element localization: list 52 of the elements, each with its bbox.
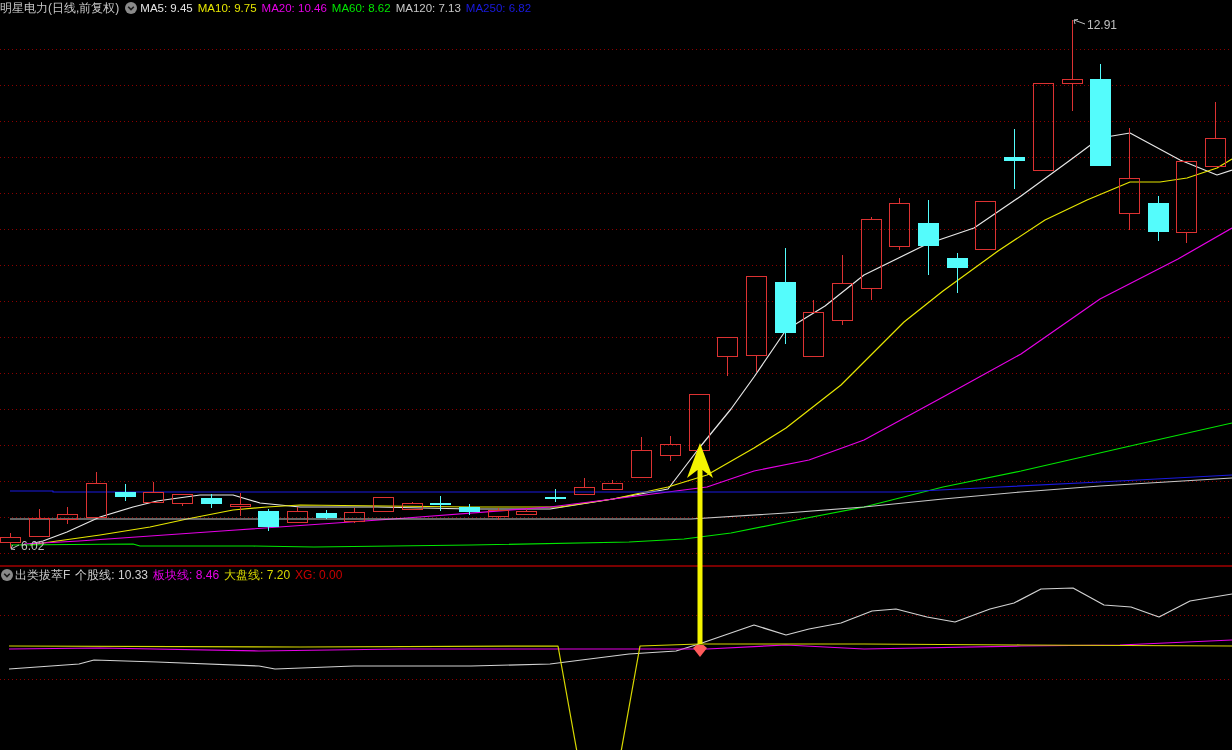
candlestick [0, 532, 21, 549]
candlestick [172, 494, 193, 507]
candlestick [201, 493, 222, 509]
candlestick [115, 483, 136, 502]
candlestick [258, 508, 279, 532]
candlestick [29, 508, 50, 537]
candlestick [832, 254, 853, 326]
candlestick [947, 252, 968, 294]
candlestick [488, 507, 509, 521]
chevron-down-icon[interactable] [1, 569, 13, 581]
candlestick [430, 495, 451, 512]
candlestick [287, 506, 308, 523]
leader-line [10, 544, 20, 550]
diamond-icon [693, 645, 707, 657]
indicator-value: MA250: 6.82 [465, 1, 532, 15]
candlestick [316, 509, 337, 520]
leader-line [1073, 19, 1086, 25]
indicator-value: MA10: 9.75 [197, 1, 257, 15]
candlestick [86, 471, 107, 518]
candlestick [230, 492, 251, 517]
candlestick [545, 488, 566, 503]
candlestick [660, 435, 681, 462]
candlestick [57, 506, 78, 525]
candlestick [602, 479, 623, 490]
indicator-value: MA5: 9.45 [140, 1, 193, 15]
indicator-value: MA120: 7.13 [395, 1, 461, 15]
candlestick [889, 197, 910, 251]
candlestick [975, 201, 996, 250]
candlestick [516, 508, 537, 516]
candlestick [717, 337, 738, 377]
price-label: 12.91 [1087, 18, 1118, 32]
indicator-value: XG: 0.00 [295, 568, 343, 582]
candlestick [689, 394, 710, 451]
candlestick [459, 503, 480, 516]
indicator-title: 出类拔萃F [15, 568, 71, 582]
candlestick [143, 481, 164, 503]
candlestick [631, 436, 652, 478]
stock-title: 明星电力(日线,前复权) [0, 1, 120, 15]
indicator-value: 大盘线: 7.20 [224, 568, 291, 582]
candlestick [344, 507, 365, 524]
indicator-value: 个股线: 10.33 [75, 568, 149, 582]
indicator-value: MA20: 10.46 [261, 1, 327, 15]
candlestick [1004, 128, 1025, 190]
candlestick [803, 299, 824, 357]
candlestick [373, 497, 394, 513]
candlestick [574, 477, 595, 495]
indicator-value: MA60: 8.62 [331, 1, 391, 15]
indicator-value: 板块线: 8.46 [153, 568, 220, 582]
chevron-down-icon[interactable] [125, 2, 138, 14]
candlestick [1205, 101, 1226, 167]
candlestick [1148, 195, 1169, 242]
candlestick [402, 501, 423, 511]
